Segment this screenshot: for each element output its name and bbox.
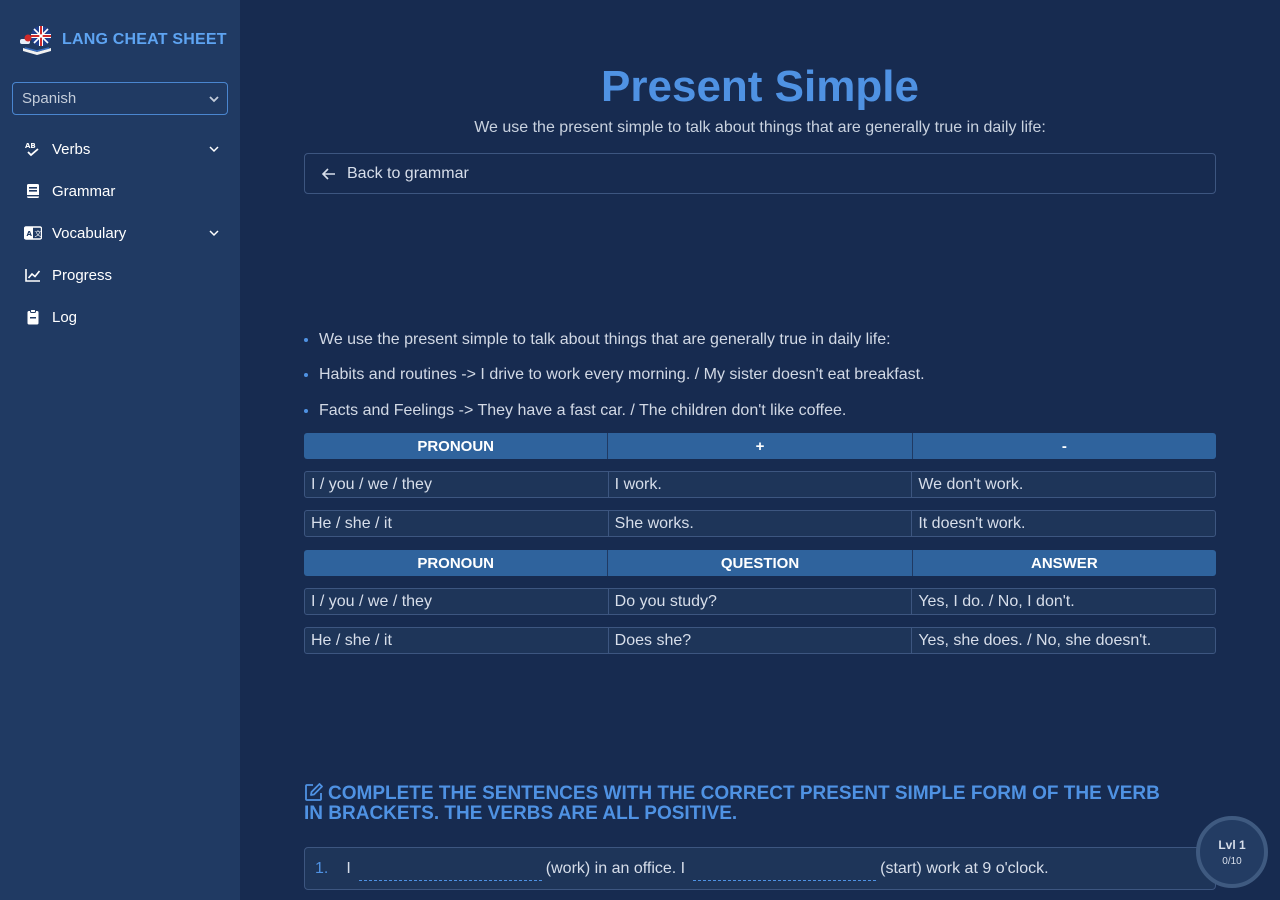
sidebar-item-label: Verbs [52,140,91,158]
header-cell: QUESTION [608,550,913,576]
bullet-text: Habits and routines -> I drive to work e… [319,366,925,384]
sidebar-item-label: Progress [52,266,113,284]
sidebar-item-vocabulary[interactable]: A 文 Vocabulary [0,212,240,254]
chart-line-icon [24,266,42,284]
affirmative-negative-table: PRONOUN + - I / you / we / they I work. … [304,433,1216,537]
page-subtitle: We use the present simple to talk about … [474,119,1046,136]
sidebar-item-log[interactable]: Log [0,296,240,338]
table-cell: I work. [609,472,913,497]
table-header: PRONOUN QUESTION ANSWER [304,550,1216,576]
table-cell: Yes, she does. / No, she doesn't. [918,631,1152,649]
page-title: Present Simple [601,62,919,111]
question-answer-table: PRONOUN QUESTION ANSWER I / you / we / t… [304,550,1216,654]
sidebar-item-label: Grammar [52,182,116,200]
header-cell: PRONOUN [304,550,609,576]
language-select-value: Spanish [22,90,77,107]
book-icon [24,182,42,200]
table-row: I / you / we / they Do you study? Yes, I… [304,588,1216,615]
exercise-item: 1. I (work) in an office. I (start) work… [304,847,1216,890]
sidebar-item-label: Log [52,308,78,326]
svg-text:A: A [27,230,33,238]
level-label: Lvl 1 [1218,837,1246,852]
exercise-text: (work) in an office. I [545,859,686,877]
language-icon: A 文 [24,224,42,242]
bullet-dot [304,373,308,378]
header-cell: ANSWER [1030,554,1098,572]
bullet-dot [304,408,308,413]
sidebar-item-label: Vocabulary [52,224,127,242]
rules-list: We use the present simple to talk about … [304,322,1216,429]
clipboard-icon [24,308,42,326]
svg-text:文: 文 [35,229,42,238]
table-cell: Do you study? [609,589,913,614]
table-row: He / she / it Does she? Yes, she does. /… [304,627,1216,654]
bullet-text: We use the present simple to talk about … [319,330,891,348]
table-cell: Does she? [609,628,913,653]
table-row: He / she / it She works. It doesn't work… [304,510,1216,537]
exercise-text: I [346,859,351,877]
level-badge[interactable]: Lvl 1 0/10 [1196,816,1268,888]
bullet-text: Facts and Feelings -> They have a fast c… [319,401,847,419]
brand[interactable]: LANG CHEAT SHEET [20,24,227,56]
level-score: 0/10 [1222,855,1242,867]
language-select[interactable]: Spanish [12,82,228,115]
arrow-left-icon [321,167,335,180]
header-cell: - [1061,437,1067,455]
list-item: Facts and Feelings -> They have a fast c… [304,393,1216,429]
answer-input[interactable] [358,857,542,881]
table-cell: I / you / we / they [305,589,609,614]
edit-icon [305,783,323,801]
exercise-heading: Complete the sentences with the correct … [304,782,1184,824]
exercise-text: (start) work at 9 o'clock. [880,859,1049,877]
sidebar-item-verbs[interactable]: AB Verbs [0,128,240,170]
spell-check-icon: AB [24,140,42,158]
brand-name: LANG CHEAT SHEET [62,31,227,48]
sidebar: LANG CHEAT SHEET Spanish AB Verbs Gramma… [0,0,240,900]
header-cell: + [608,433,913,459]
back-to-grammar-button[interactable]: Back to grammar [304,153,1216,194]
sidebar-item-grammar[interactable]: Grammar [0,170,240,212]
list-item: Habits and routines -> I drive to work e… [304,358,1216,394]
exercise-heading-text: Complete the sentences with the correct … [304,783,1160,824]
table-cell: Yes, I do. / No, I don't. [918,592,1075,610]
sidebar-item-progress[interactable]: Progress [0,254,240,296]
chevron-down-icon [209,230,219,237]
table-cell: He / she / it [305,628,609,653]
table-row: I / you / we / they I work. We don't wor… [304,471,1216,498]
table-cell: It doesn't work. [918,514,1026,532]
list-item: We use the present simple to talk about … [304,322,1216,358]
logo-icon [20,26,51,55]
sidebar-nav: AB Verbs Grammar A 文 Vocabulary Progress… [0,128,240,338]
svg-text:AB: AB [25,142,36,150]
chevron-down-icon [209,95,219,102]
table-cell: I / you / we / they [305,472,609,497]
exercise-number: 1. [315,859,329,877]
table-cell: He / she / it [305,511,609,536]
bullet-dot [304,337,308,342]
answer-input[interactable] [693,857,877,881]
back-button-label: Back to grammar [347,164,469,182]
chevron-down-icon [209,146,219,153]
table-header: PRONOUN + - [304,433,1216,459]
table-cell: We don't work. [918,475,1024,493]
header-cell: PRONOUN [304,433,609,459]
table-cell: She works. [609,511,913,536]
